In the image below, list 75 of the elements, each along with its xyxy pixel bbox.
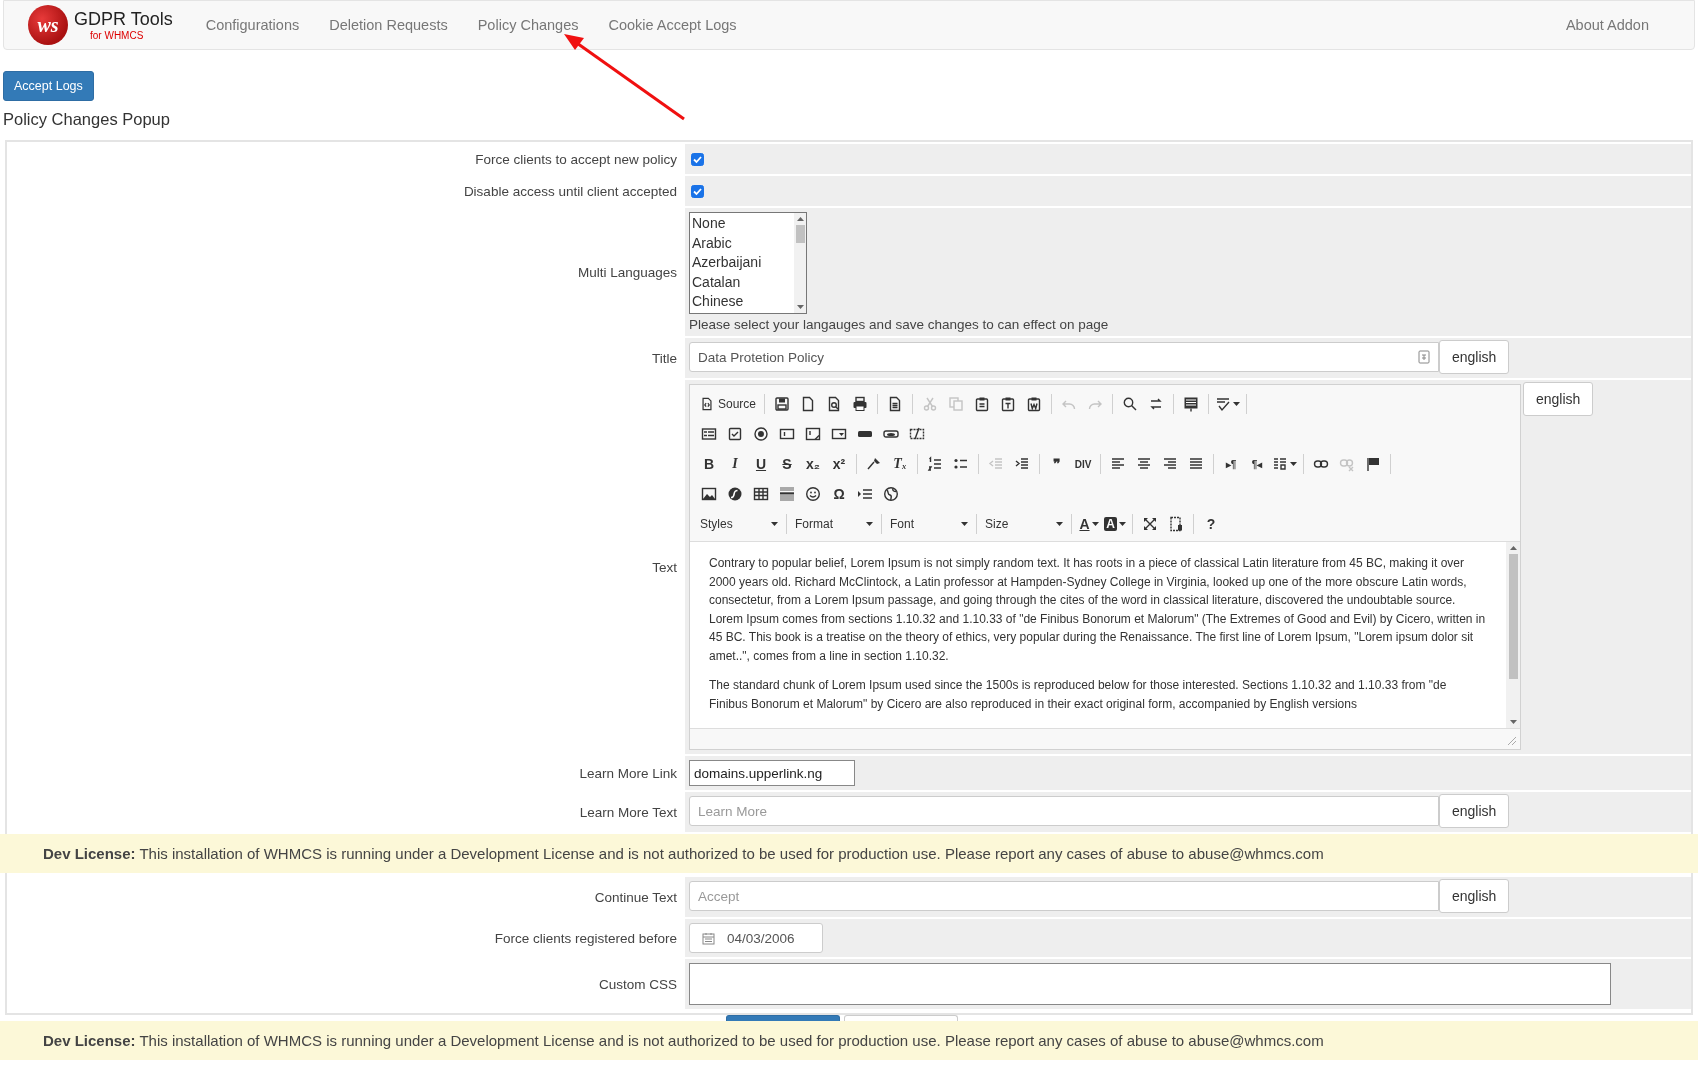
subscript-icon[interactable]: x₂ (800, 453, 826, 475)
scroll-down-icon[interactable] (1509, 718, 1517, 726)
source-icon (700, 397, 714, 411)
nav-link[interactable]: Policy Changes (462, 17, 594, 33)
language-button[interactable]: english (1523, 382, 1594, 416)
field-label: Force clients to accept new policy (475, 151, 677, 167)
date-field[interactable]: 04/03/2006 (689, 923, 823, 953)
license-notice: Dev License: This installation of WHMCS is running under a Development License and is not authorized to be used for production use. Please report any cases of abuse to abuse@whmcs.com (0, 1021, 1698, 1060)
field-label: Disable access until client accepted (463, 183, 677, 199)
license-notice: Dev License: This installation of WHMCS is running under a Development License and is not authorized to be used for production use. Please report any cases of abuse to abuse@whmcs.com (0, 834, 1698, 873)
div-container-icon[interactable]: DIV (1070, 453, 1096, 475)
language-option[interactable]: Chinese (692, 292, 792, 312)
nav-link[interactable]: Configurations (190, 17, 315, 33)
checkbox[interactable] (691, 152, 704, 166)
nav-link[interactable]: Deletion Requests (314, 17, 463, 33)
field-label: Text (652, 559, 677, 575)
scrollbar[interactable] (1506, 542, 1520, 728)
text-field[interactable]: Data Protetion Policy (689, 342, 1439, 372)
toolbar-dropdown[interactable]: Size (981, 513, 1067, 535)
field-label: Multi Languages (577, 264, 677, 280)
quote-icon[interactable]: ❞ (1044, 453, 1070, 475)
document-icon (1418, 350, 1430, 364)
language-listbox[interactable]: None Arabic Azerbaijani Catalan Chinese (689, 212, 807, 314)
underline-icon[interactable]: U (748, 453, 774, 475)
right-to-left-icon[interactable]: ¶◂ (1244, 453, 1270, 475)
scrollbar[interactable] (794, 213, 806, 313)
scroll-down-icon[interactable] (796, 303, 804, 311)
field-label: Custom CSS (598, 976, 677, 992)
section-heading: Policy Changes Popup (3, 110, 171, 129)
css-text-area[interactable] (689, 963, 1611, 1005)
help-text: Please select your langauges and save changes to can effect on page (689, 317, 1109, 332)
bold-icon[interactable]: B (696, 453, 722, 475)
caret-icon (961, 522, 968, 526)
field-label: Force clients registered before (494, 930, 677, 946)
language-option[interactable]: None (692, 214, 792, 234)
checkbox[interactable] (691, 184, 704, 198)
accept-logs-button[interactable]: Accept Logs (3, 71, 94, 101)
toolbar-dropdown[interactable]: Font (886, 513, 972, 535)
language-option[interactable]: Azerbaijani (692, 253, 792, 273)
help-icon[interactable]: ? (1198, 513, 1224, 535)
language-button[interactable]: english (1439, 879, 1510, 913)
remove-format-icon[interactable]: Tₓ (887, 453, 913, 475)
language-option[interactable]: Arabic (692, 233, 792, 253)
strikethrough-icon[interactable]: S (774, 453, 800, 475)
italic-icon[interactable]: I (722, 453, 748, 475)
scroll-up-icon[interactable] (1509, 544, 1517, 552)
left-to-right-icon[interactable]: ▸¶ (1218, 453, 1244, 475)
superscript-icon[interactable]: x² (826, 453, 852, 475)
toolbar-dropdown[interactable]: Styles (696, 513, 782, 535)
toolbar-dropdown[interactable]: Format (791, 513, 877, 535)
body-paragraph: Contrary to popular belief, Lorem Ipsum is not simply random text. It has roots in a piece of classical Latin literature from 45 BC, making it over 2000 years old. Richard McClintock, a Latin professor at Hampden-Sydney College in Virginia, looked up one of the more obscure Latin words, consectetur, from a Lorem Ipsum passage, and going through the cites of the word in classical literature, discovered the undoubtable source. Lorem Ipsum comes from sections 1.10.32 and 1.10.33 of "de Finibus Bonorum et Malorum" (The Extremes of Good and Evil) by Cicero, written in 45 BC. This book is a treatise on the theory of ethics, very popular during the Renaissance. The first line of Lorem Ipsum, "Lorem ipsum dolor sit amet..", comes from a line in section 1.10.32. (709, 555, 1487, 665)
calendar-icon (702, 931, 715, 945)
caret-icon (1056, 522, 1063, 526)
resize-handle-icon[interactable] (1507, 736, 1517, 746)
field-label: Continue Text (594, 889, 677, 905)
caret-icon (866, 522, 873, 526)
caret-icon (771, 522, 778, 526)
brand-name[interactable]: GDPR Tools (74, 9, 173, 28)
nav-link[interactable]: About Addon (1550, 17, 1664, 33)
field-label: Learn More Text (579, 804, 677, 820)
field-label: Title (652, 350, 677, 366)
brand-tagline: for WHMCS (90, 30, 145, 41)
brand-logo[interactable]: ws (28, 5, 68, 45)
language-button[interactable]: english (1439, 340, 1510, 374)
link-field[interactable]: domains.upperlink.ng (689, 760, 855, 786)
source-button[interactable]: Source (696, 393, 761, 415)
field-label: Learn More Link (579, 765, 677, 781)
scroll-up-icon[interactable] (796, 215, 804, 223)
scroll-thumb[interactable] (1508, 554, 1518, 679)
language-button[interactable]: english (1439, 794, 1510, 828)
language-option[interactable]: Catalan (692, 272, 792, 292)
omega-icon[interactable]: Ω (826, 483, 852, 505)
nav-link[interactable]: Cookie Accept Logs (593, 17, 752, 33)
body-paragraph: The standard chunk of Lorem Ipsum used since the 1500s is reproduced below for those interested. Sections 1.10.32 and 1.10.33 from "de Finibus Bonorum et Malorum" by Cicero are also reproduced in their exact original form, accompanied by English versions (709, 677, 1448, 713)
scroll-thumb[interactable] (795, 225, 805, 243)
